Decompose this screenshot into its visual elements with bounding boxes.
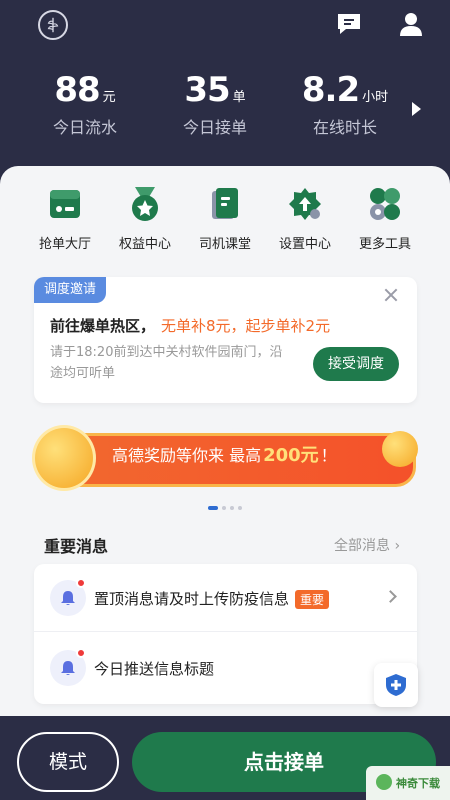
stat-unit: 元: [102, 90, 116, 105]
message-text-content: 置顶消息请及时上传防疫信息: [94, 590, 290, 608]
quick-action-benefits[interactable]: 权益中心: [110, 185, 180, 255]
stat-value: 35: [184, 70, 230, 110]
stat-value: 88: [54, 70, 100, 110]
coin-icon: [32, 425, 96, 491]
stat-orders: 35 单 今日接单: [150, 70, 280, 150]
stat-unit: 单: [232, 90, 246, 105]
stat-label: 今日流水: [52, 118, 117, 137]
stat-label: 在线时长: [312, 118, 377, 137]
stat-online-time: 8.2 小时 在线时长: [280, 70, 410, 150]
invite-description: 请于18:20前到达中关村软件园南门，沿途均可听单: [50, 345, 283, 381]
banner-amount: 200元: [263, 445, 319, 466]
leaf-logo-icon: [47, 17, 59, 33]
all-messages-label: 全部消息: [334, 538, 390, 554]
quick-action-driver-class[interactable]: 司机课堂: [190, 185, 260, 255]
carousel-dot[interactable]: [230, 506, 234, 510]
app-logo: [38, 10, 68, 40]
safety-shield-button[interactable]: [374, 663, 418, 707]
invite-title-text: 前往爆单热区，: [50, 317, 156, 335]
important-badge: 重要: [295, 590, 330, 609]
notification-bell-icon: [50, 578, 86, 616]
notification-bell-icon: [50, 648, 86, 686]
user-icon[interactable]: [398, 11, 424, 37]
chevron-right-icon: [384, 590, 397, 603]
coin-icon: [382, 431, 418, 467]
medal-icon: [132, 187, 158, 221]
quick-action-label: 抢单大厅: [38, 237, 91, 252]
carousel-dot-active[interactable]: [208, 506, 218, 510]
quick-action-label: 权益中心: [118, 237, 171, 252]
message-item[interactable]: 置顶消息请及时上传防疫信息 重要: [34, 564, 417, 632]
stats-bar: 88 元 今日流水 35 单 今日接单 8.2 小时 在线时长: [20, 70, 410, 150]
quick-action-label: 设置中心: [278, 237, 331, 252]
watermark-text: 神奇下载: [396, 777, 440, 790]
banner-text-pre: 高德奖励等你来 最高: [112, 446, 262, 465]
stat-earnings: 88 元 今日流水: [20, 70, 150, 150]
dispatch-invite-card: 调度邀请 前往爆单热区， 无单补8元，起步单补2元 请于18:20前到达中关村软件…: [34, 277, 417, 403]
close-icon[interactable]: [383, 287, 399, 303]
banner-text-post: ！: [320, 446, 337, 465]
accept-dispatch-button[interactable]: 接受调度: [313, 347, 399, 381]
book-icon: [212, 188, 238, 219]
invite-title: 前往爆单热区， 无单补8元，起步单补2元: [50, 315, 330, 336]
quick-action-settings[interactable]: 设置中心: [270, 185, 340, 255]
watermark-logo-icon: [376, 774, 392, 790]
unread-dot: [76, 648, 86, 658]
order-hall-icon: [50, 190, 80, 218]
promo-banner[interactable]: 高德奖励等你来 最高 200元！: [32, 425, 418, 497]
stat-label: 今日接单: [182, 118, 247, 137]
stat-value: 8.2: [301, 70, 360, 110]
quick-actions: 抢单大厅 权益中心 司机课堂 设置中心 更多工具: [30, 185, 420, 255]
message-list: 置顶消息请及时上传防疫信息 重要 今日推送信息标题: [34, 564, 417, 704]
message-text: 置顶消息请及时上传防疫信息 重要: [94, 588, 330, 609]
quick-action-order-hall[interactable]: 抢单大厅: [30, 185, 100, 255]
quick-action-label: 更多工具: [358, 237, 411, 252]
invite-highlight: 无单补8元，起步单补2元: [161, 317, 331, 335]
message-icon[interactable]: [336, 12, 362, 36]
unread-dot: [76, 578, 86, 588]
mode-button[interactable]: 模式: [17, 732, 119, 792]
quick-action-more-tools[interactable]: 更多工具: [350, 185, 420, 255]
shield-icon: [386, 674, 406, 696]
settings-gear-icon: [289, 188, 321, 220]
watermark: 神奇下载: [366, 766, 450, 800]
quick-action-label: 司机课堂: [198, 237, 251, 252]
chevron-right-icon[interactable]: [412, 102, 421, 116]
carousel-indicator: [208, 506, 248, 512]
more-tools-icon: [370, 188, 400, 220]
message-text: 今日推送信息标题: [94, 658, 214, 679]
invite-tag: 调度邀请: [34, 277, 107, 303]
message-text-content: 今日推送信息标题: [94, 660, 215, 678]
banner-text: 高德奖励等你来 最高 200元！: [112, 441, 337, 467]
carousel-dot[interactable]: [222, 506, 226, 510]
section-title: 重要消息: [44, 537, 109, 556]
all-messages-link[interactable]: 全部消息 ›: [334, 535, 400, 555]
stat-unit: 小时: [362, 90, 389, 105]
message-item[interactable]: 今日推送信息标题: [34, 634, 417, 702]
carousel-dot[interactable]: [238, 506, 242, 510]
